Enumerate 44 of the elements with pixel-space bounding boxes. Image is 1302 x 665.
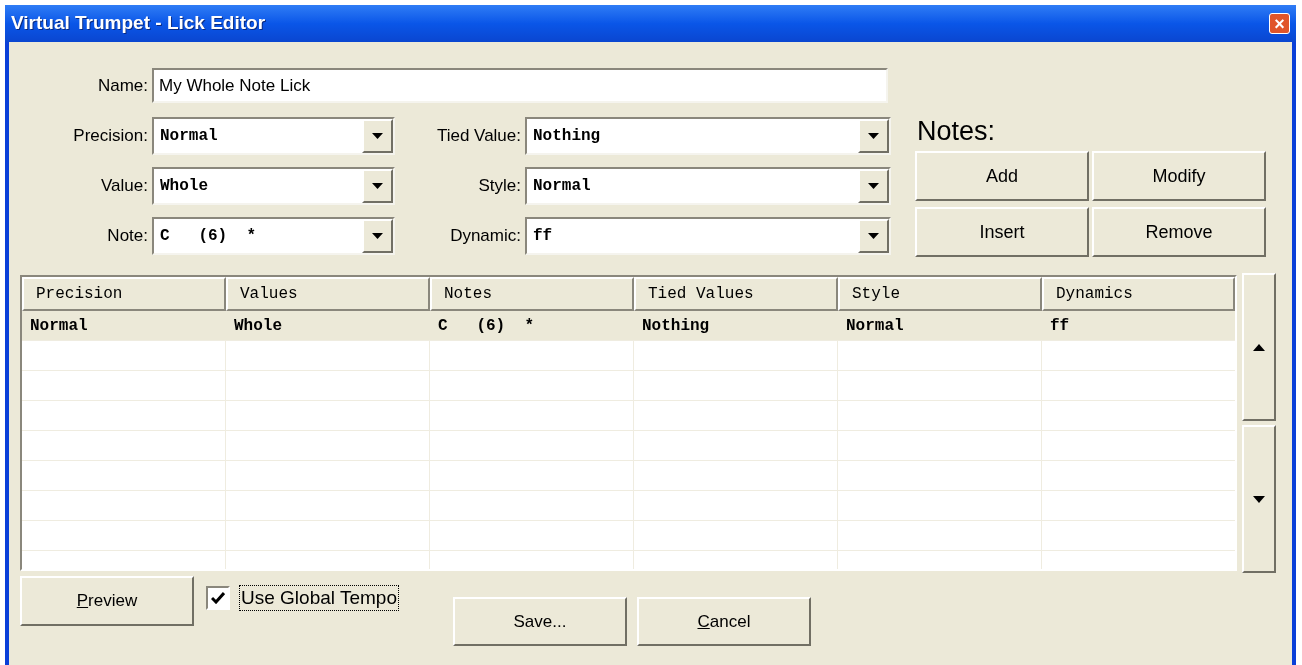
dropdown[interactable]: Normal bbox=[152, 117, 395, 155]
column-header[interactable]: Style bbox=[838, 277, 1042, 311]
check-icon bbox=[211, 592, 225, 604]
note-button[interactable]: Add bbox=[915, 151, 1089, 201]
field-label: Value: bbox=[100, 175, 149, 198]
dropdown[interactable]: Nothing bbox=[525, 117, 891, 155]
checkbox[interactable] bbox=[206, 586, 230, 610]
dropdown[interactable]: Whole bbox=[152, 167, 395, 205]
column-header[interactable]: Precision bbox=[22, 277, 226, 311]
preview-button[interactable]: Preview bbox=[20, 576, 194, 626]
down-arrow-icon bbox=[1253, 495, 1265, 503]
notes-heading: Notes: bbox=[917, 118, 997, 145]
column-header[interactable]: Values bbox=[226, 277, 430, 311]
table-cell-text: Nothing bbox=[641, 315, 711, 337]
scroll-up-button[interactable] bbox=[1242, 273, 1276, 421]
table-cell-text: ff bbox=[1049, 315, 1071, 337]
table-cell-text: Normal bbox=[845, 315, 905, 337]
field-label: Style: bbox=[477, 175, 522, 198]
scroll-down-button[interactable] bbox=[1242, 425, 1276, 573]
table-cell-text: C (6) * bbox=[437, 315, 535, 337]
use-global-tempo-label[interactable]: Use Global Tempo bbox=[240, 586, 398, 610]
dropdown[interactable]: C (6) * bbox=[152, 217, 395, 255]
column-header[interactable]: Tied Values bbox=[634, 277, 838, 311]
table-row[interactable]: Normal Whole C (6) * Nothing Normal ff bbox=[22, 311, 1235, 341]
dropdown[interactable]: Normal bbox=[525, 167, 891, 205]
name-field[interactable]: My Whole Note Lick bbox=[152, 68, 888, 103]
name-label: Name: bbox=[96, 74, 149, 97]
table-cell-text: Normal bbox=[29, 315, 89, 337]
close-button[interactable]: × bbox=[1269, 13, 1290, 34]
save-button[interactable]: Save... bbox=[452, 597, 627, 646]
field-label: Tied Value: bbox=[435, 125, 522, 148]
field-label: Dynamic: bbox=[449, 225, 522, 248]
note-button[interactable]: Remove bbox=[1092, 207, 1266, 257]
cancel-button[interactable]: Cancel bbox=[636, 597, 811, 646]
window-title: Virtual Trumpet - Lick Editor bbox=[11, 11, 266, 36]
up-arrow-icon bbox=[1253, 343, 1265, 351]
column-header[interactable]: Dynamics bbox=[1042, 277, 1235, 311]
note-button[interactable]: Insert bbox=[915, 207, 1089, 257]
field-label: Note: bbox=[106, 225, 149, 248]
column-header[interactable]: Notes bbox=[430, 277, 634, 311]
dropdown[interactable]: ff bbox=[525, 217, 891, 255]
table-cell-text: Whole bbox=[233, 315, 283, 337]
field-label: Precision: bbox=[72, 125, 149, 148]
note-button[interactable]: Modify bbox=[1092, 151, 1266, 201]
